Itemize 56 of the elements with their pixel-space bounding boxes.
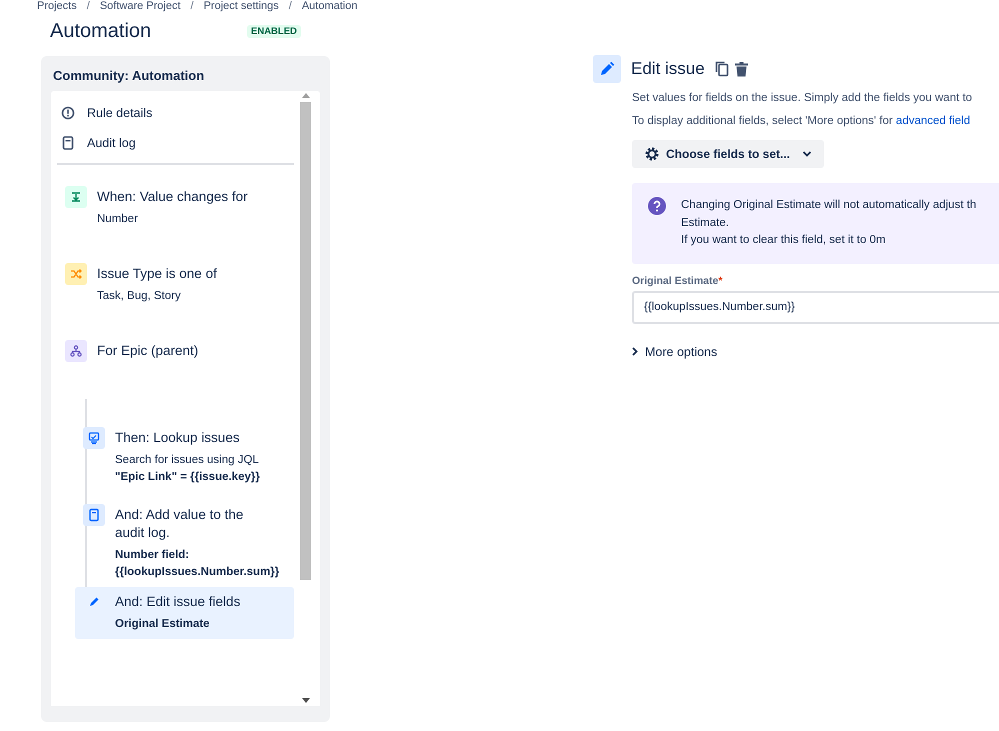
rule-step[interactable]: Then: Lookup issues Search for issues using JQL "Epic Link" = {{issue.key}} [75,423,294,500]
panel-link[interactable]: Audit log [87,136,136,150]
required-mark: * [718,274,722,286]
panel-title: Community: Automation [53,68,206,85]
scrollbar-thumb[interactable] [300,102,311,580]
rule-step[interactable]: Issue Type is one of Task, Bug, Story [57,259,294,336]
breadcrumb-separator: / [288,0,292,13]
choose-fields-button[interactable]: Choose fields to set... [632,140,824,168]
step-title: When: Value changes for [97,188,248,206]
pencil-icon [593,55,621,83]
step-detail: Number [97,212,139,227]
step-title: Then: Lookup issues [115,429,241,447]
rule-step[interactable]: When: Value changes for Number [57,182,294,259]
trash-icon[interactable] [734,62,748,76]
breadcrumb-separator: / [86,0,90,13]
copy-icon[interactable] [714,61,729,77]
breadcrumb-link[interactable]: Projects [37,0,77,13]
step-detail: Number field: {{lookupIssues.Number.sum}} [115,548,280,580]
scroll-up-icon[interactable] [302,93,310,98]
rule-step[interactable]: And: Edit issue fields Original Estimate [75,587,294,639]
page-title: Automation [50,20,152,42]
step-title: Issue Type is one of [97,265,217,283]
description-text: Set values for fields on the issue. Simply add the fields you want to [632,92,974,104]
chevron-down-icon [802,151,812,157]
shuffle-badge-icon [65,263,87,285]
advanced-field-link[interactable]: advanced field [896,115,970,127]
step-detail: Task, Bug, Story [97,289,182,304]
action-title: Edit issue [631,59,705,79]
info-icon [61,106,75,120]
document-icon [62,136,74,150]
breadcrumb-separator: / [190,0,194,13]
step-title: And: Add value to the audit log. [115,506,244,542]
settings-icon [644,146,660,162]
breadcrumb-link[interactable]: Project settings [204,0,279,13]
breadcrumb-link[interactable]: Automation [302,0,358,13]
info-message: Changing Original Estimate will not automatically adjust th Estimate. If you want to clear this field, set it to 0m [632,183,999,264]
monitor-badge-icon [83,427,105,449]
step-title: For Epic (parent) [97,342,198,360]
rule-step[interactable]: And: Add value to the audit log. Number field: {{lookupIssues.Number.sum}} [75,500,294,587]
step-detail: Original Estimate [115,617,211,632]
step-title: And: Edit issue fields [115,593,240,611]
hierarchy-badge-icon [65,340,87,362]
breadcrumb-link[interactable]: Software Project [100,0,181,13]
status-lozenge: ENABLED [247,24,301,38]
step-detail: Search for issues using JQL "Epic Link" = {{issue.key}} [115,453,260,485]
panel-link[interactable]: Rule details [87,106,152,120]
more-options-toggle[interactable]: More options [632,344,999,358]
hint-text: To display additional fields, select 'More options' for advanced field [632,115,972,127]
chevron-right-icon [632,347,638,356]
download-arrow-badge-icon [65,186,87,208]
scroll-down-icon[interactable] [302,698,310,703]
document-badge-icon [83,504,105,526]
help-icon [648,197,666,215]
field-label: Original Estimate* [632,274,724,286]
original-estimate-field[interactable]: {{lookupIssues.Number.sum}} [632,290,999,324]
rule-step[interactable]: For Epic (parent) [57,336,294,413]
